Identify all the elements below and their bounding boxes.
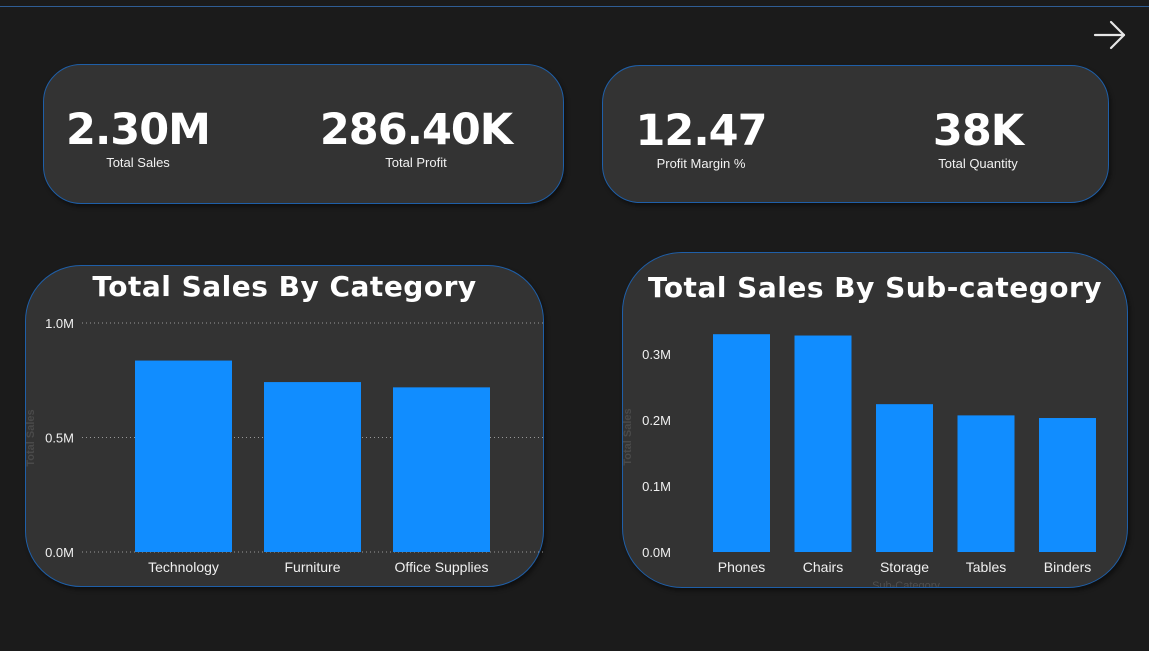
kpi-card-margin-quantity: 12.47 Profit Margin % 38K Total Quantity [602, 65, 1109, 203]
y-tick-label: 0.3M [642, 347, 671, 362]
y-tick-label: 0.5M [45, 431, 74, 446]
kpi-profit-margin[interactable]: 12.47 Profit Margin % [631, 106, 771, 172]
x-axis-label: Sub-Category [872, 580, 940, 587]
bar-chart-subcategory: 0.0M 0.1M 0.2M 0.3M Total Sales Phones Chairs S… [623, 334, 1096, 587]
y-tick-label: 1.0M [45, 316, 74, 331]
y-tick-label: 0.2M [642, 413, 671, 428]
bar [713, 334, 770, 552]
chart-sales-by-category[interactable]: Total Sales By Category 0.0M 0.5M 1.0M Tota… [25, 265, 544, 587]
x-tick-label: Tables [966, 559, 1006, 575]
x-tick-label: Furniture [284, 559, 340, 575]
chart-sales-by-subcategory[interactable]: Total Sales By Sub-category 0.0M 0.1M 0.2M… [622, 252, 1128, 588]
x-tick-label: Phones [718, 559, 765, 575]
kpi-card-sales-profit: 2.30M Total Sales 286.40K Total Profit [43, 64, 564, 204]
bar [1039, 418, 1096, 552]
kpi-total-quantity[interactable]: 38K Total Quantity [918, 106, 1038, 172]
bar [135, 360, 232, 552]
x-tick-label: Technology [148, 559, 219, 575]
bar [876, 404, 933, 552]
x-tick-label: Binders [1044, 559, 1091, 575]
x-tick-label: Office Supplies [395, 559, 489, 575]
kpi-value: 286.40K [319, 105, 513, 155]
y-axis-label: Total Sales [623, 408, 634, 465]
bar-chart-category: 0.0M 0.5M 1.0M Total Sales Technology Furnitu… [26, 316, 543, 575]
x-tick-label: Chairs [803, 559, 843, 575]
kpi-total-profit[interactable]: 286.40K Total Profit [316, 105, 516, 171]
kpi-value: 12.47 [635, 106, 767, 156]
kpi-label: Total Quantity [938, 156, 1018, 171]
kpi-total-sales[interactable]: 2.30M Total Sales [66, 105, 211, 171]
kpi-label: Profit Margin % [656, 156, 746, 171]
x-tick-label: Storage [880, 559, 929, 575]
bar [264, 382, 361, 552]
top-border [0, 6, 1149, 7]
y-tick-label: 0.0M [642, 545, 671, 560]
y-axis-label: Total Sales [26, 409, 37, 466]
kpi-label: Total Profit [385, 155, 447, 170]
kpi-label: Total Sales [106, 155, 170, 170]
kpi-value: 2.30M [66, 105, 211, 155]
bar [393, 387, 490, 552]
y-tick-label: 0.0M [45, 545, 74, 560]
bar [957, 415, 1015, 552]
arrow-right-icon[interactable] [1092, 18, 1128, 52]
y-tick-label: 0.1M [642, 479, 671, 494]
bar [794, 335, 852, 552]
kpi-value: 38K [932, 106, 1024, 156]
